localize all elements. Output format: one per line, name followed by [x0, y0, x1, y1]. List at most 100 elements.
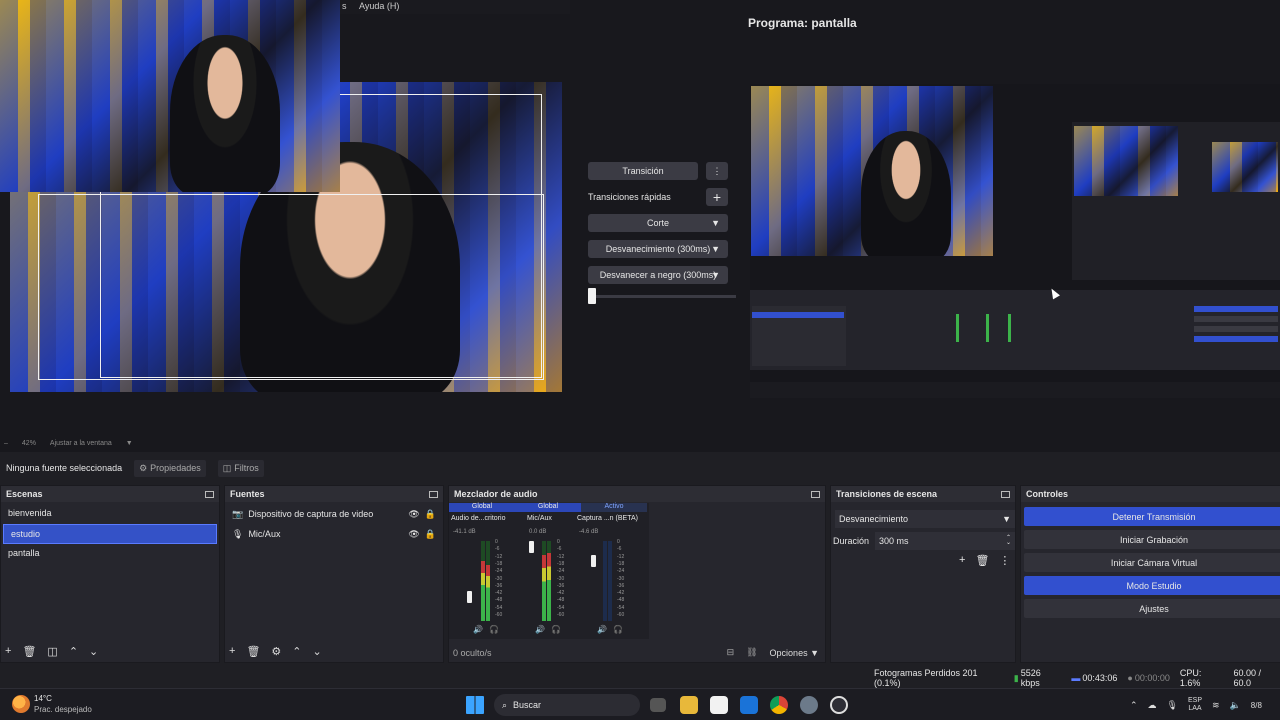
source-item[interactable]: 📷 Dispositivo de captura de video 👁 🔒	[225, 504, 443, 524]
properties-label: Propiedades	[150, 463, 201, 473]
menu-help[interactable]: Ayuda (H)	[359, 1, 399, 11]
meter-scale-label: -60	[617, 612, 625, 618]
filters-button[interactable]: ◫ Filtros	[217, 459, 264, 477]
cloud-icon[interactable]: ☁	[1148, 700, 1157, 711]
add-source-icon[interactable]: +	[229, 645, 235, 658]
store-icon[interactable]	[710, 696, 728, 714]
program-canvas	[750, 84, 1280, 398]
cpu-usage: CPU: 1.6%	[1179, 668, 1202, 688]
nested-meter	[956, 314, 959, 342]
move-up-icon[interactable]: ⌃	[292, 645, 301, 658]
undock-icon[interactable]	[811, 490, 820, 498]
duration-spinbox[interactable]: 300 ms ⌃ ⌄	[875, 532, 1015, 550]
start-virtual-camera-button[interactable]: Iniciar Cámara Virtual	[1024, 553, 1280, 572]
properties-button[interactable]: ⚙ Propiedades	[134, 459, 206, 477]
move-down-icon[interactable]: ⌄	[313, 645, 322, 658]
headphone-icon[interactable]: 🎧	[551, 625, 561, 634]
fit-window-label[interactable]: Ajustar a la ventana	[50, 440, 112, 447]
clock[interactable]: 8/8	[1251, 701, 1262, 710]
task-view-icon[interactable]	[650, 698, 666, 712]
gear-icon[interactable]: ⚙	[271, 645, 281, 658]
transition-menu-button[interactable]: ⋮	[706, 162, 728, 180]
meter-scale-label: -48	[557, 597, 565, 604]
stream-time: 00:43:06	[1082, 673, 1118, 683]
volume-fader[interactable]	[529, 541, 534, 553]
scenes-title: Escenas	[6, 489, 43, 499]
meter-scale-label: 0	[495, 539, 498, 545]
language-indicator[interactable]: ESP LAA	[1188, 697, 1202, 713]
eye-icon[interactable]: 👁	[408, 529, 419, 540]
undock-icon[interactable]	[1001, 490, 1010, 498]
studio-mode-button[interactable]: Modo Estudio	[1024, 576, 1280, 595]
file-explorer-icon[interactable]	[680, 696, 698, 714]
undock-icon[interactable]	[205, 490, 214, 498]
volume-fader[interactable]	[467, 591, 472, 603]
add-icon[interactable]: +	[959, 554, 965, 567]
link-icon[interactable]: ⛓	[746, 647, 757, 658]
scene-item[interactable]: pantalla	[1, 544, 219, 564]
speaker-icon[interactable]: 🔊	[473, 625, 483, 634]
undock-icon[interactable]	[429, 490, 438, 498]
volume-icon[interactable]: 🔈	[1230, 700, 1241, 711]
transition-button[interactable]: Transición	[588, 162, 698, 180]
filter-icon[interactable]: ◫	[47, 645, 57, 658]
scenes-toolbar: + 🗑 ◫ ⌃ ⌄	[5, 645, 98, 658]
source-item[interactable]: 🎙 Mic/Aux 👁 🔒	[225, 524, 443, 544]
channel-name[interactable]: Audio de...critorio	[451, 515, 505, 522]
mic-tray-icon[interactable]: 🎙	[1167, 700, 1178, 711]
settings-button[interactable]: Ajustes	[1024, 599, 1280, 618]
scene-item-selected[interactable]: estudio	[3, 524, 217, 544]
trash-icon[interactable]: 🗑	[246, 645, 260, 658]
program-title: Programa: pantalla	[748, 16, 857, 30]
chevron-down-icon[interactable]: ▼	[126, 440, 133, 447]
tbar-slider-handle[interactable]	[588, 288, 596, 304]
outlook-icon[interactable]	[740, 696, 758, 714]
lang-secondary: LAA	[1188, 705, 1202, 712]
channel-name[interactable]: Captura ...n (BETA)	[577, 515, 638, 522]
meter-bg	[608, 541, 612, 621]
quick-transition-cut[interactable]: Corte ▼	[588, 214, 728, 232]
zoom-out-icon[interactable]: –	[4, 440, 8, 447]
tbar-slider-track[interactable]	[592, 295, 736, 298]
speaker-icon[interactable]: 🔊	[535, 625, 545, 634]
start-recording-button[interactable]: Iniciar Grabación	[1024, 530, 1280, 549]
obs-icon[interactable]	[830, 696, 848, 714]
layout-icon[interactable]: ⊟	[727, 647, 735, 658]
scene-item[interactable]: bienvenida	[1, 504, 219, 524]
kebab-icon[interactable]: ⋮	[999, 554, 1010, 567]
meter-scale-label: -6	[617, 546, 622, 553]
options-button[interactable]: Opciones ▼	[770, 648, 819, 658]
channel-db: 0.0 dB	[529, 529, 547, 535]
record-time: 00:00:00	[1134, 673, 1170, 683]
meter-scale-label: -42	[495, 590, 503, 597]
meter-scale-label: -24	[495, 568, 503, 575]
meter-scale-label: -12	[617, 553, 625, 560]
chevron-up-icon[interactable]: ⌃	[1130, 700, 1138, 711]
weather-icon[interactable]	[12, 695, 30, 713]
search-box[interactable]: ⌕ Buscar	[494, 694, 640, 716]
wifi-icon[interactable]: ≋	[1212, 700, 1220, 711]
volume-fader[interactable]	[591, 555, 596, 567]
trash-icon[interactable]: 🗑	[975, 554, 989, 567]
channel-name[interactable]: Mic/Aux	[527, 515, 552, 522]
add-quick-transition-button[interactable]: +	[706, 188, 728, 206]
eye-icon[interactable]: 👁	[408, 509, 419, 520]
chrome-icon[interactable]	[770, 696, 788, 714]
trash-icon[interactable]: 🗑	[22, 645, 36, 658]
lock-icon[interactable]: 🔒	[425, 529, 436, 540]
windows-start-icon[interactable]	[466, 696, 484, 714]
add-scene-icon[interactable]: +	[5, 645, 11, 658]
lock-icon[interactable]: 🔒	[425, 509, 436, 520]
move-down-icon[interactable]: ⌄	[89, 645, 98, 658]
quick-transition-fade-black[interactable]: Desvanecer a negro (300ms) ▼	[588, 266, 728, 284]
settings-app-icon[interactable]	[800, 696, 818, 714]
transition-select[interactable]: Desvanecimiento ▼	[835, 510, 1015, 528]
speaker-icon[interactable]: 🔊	[597, 625, 607, 634]
menu-partial[interactable]: s	[342, 1, 347, 11]
move-up-icon[interactable]: ⌃	[69, 645, 78, 658]
headphone-icon[interactable]: 🎧	[489, 625, 499, 634]
stop-streaming-button[interactable]: Detener Transmisión	[1024, 507, 1280, 526]
headphone-icon[interactable]: 🎧	[613, 625, 623, 634]
quick-transition-fade[interactable]: Desvanecimiento (300ms) ▼	[588, 240, 728, 258]
filter-icon: ◫	[222, 462, 232, 473]
